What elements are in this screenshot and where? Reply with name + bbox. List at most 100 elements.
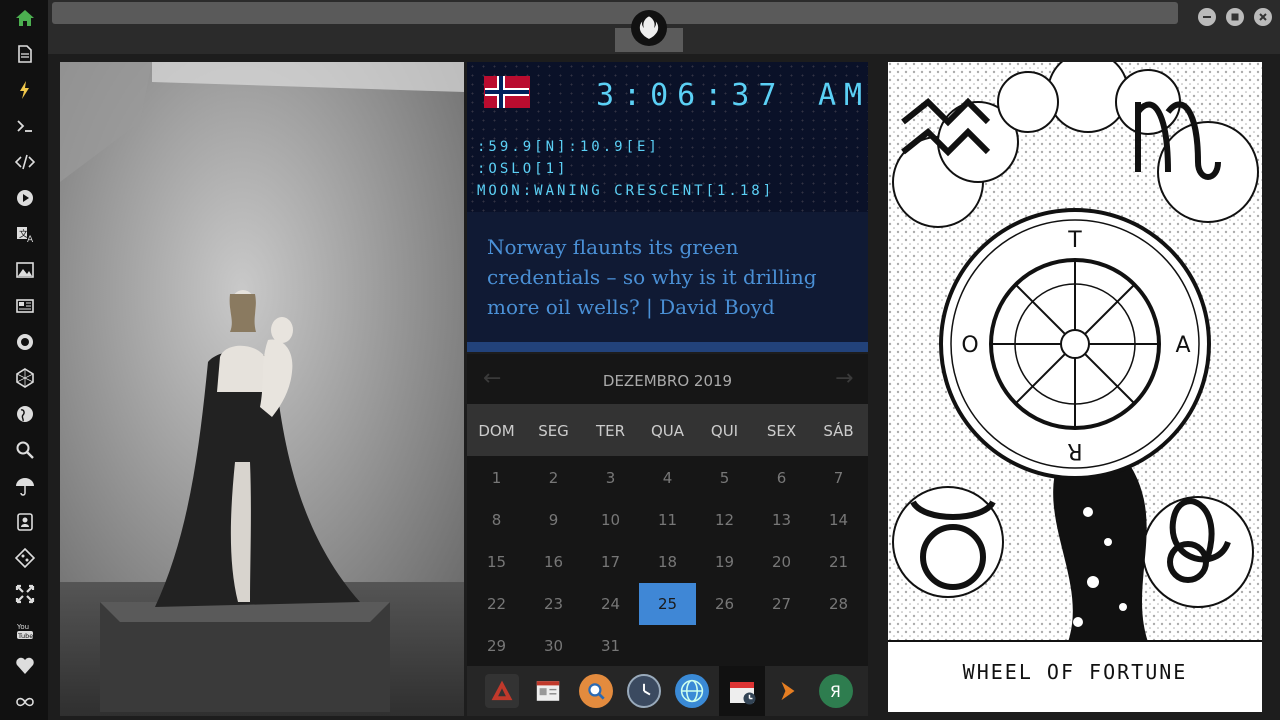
weekday-label: SEX bbox=[766, 422, 797, 440]
weekday-label: DOM bbox=[478, 422, 515, 440]
wallpaper-photo bbox=[60, 62, 464, 716]
home-icon[interactable] bbox=[12, 5, 38, 31]
calendar-day[interactable]: 21 bbox=[810, 541, 867, 583]
calendar-day[interactable]: 1 bbox=[468, 457, 525, 499]
calendar-day[interactable]: 20 bbox=[753, 541, 810, 583]
svg-text:You: You bbox=[16, 623, 29, 631]
translate-icon[interactable]: 文A bbox=[12, 221, 38, 247]
maximize-button[interactable] bbox=[1226, 8, 1244, 26]
tarot-card: T A R O WHEEL OF FORTUNE bbox=[888, 62, 1262, 712]
minimize-button[interactable] bbox=[1198, 8, 1216, 26]
search-icon[interactable] bbox=[579, 674, 613, 708]
heart-icon[interactable] bbox=[12, 653, 38, 679]
calendar-day[interactable]: 28 bbox=[810, 583, 867, 625]
calendar-day[interactable]: 13 bbox=[753, 499, 810, 541]
calendar-day[interactable]: 8 bbox=[468, 499, 525, 541]
calendar-day[interactable]: 16 bbox=[525, 541, 582, 583]
arch-icon[interactable] bbox=[485, 674, 519, 708]
git-icon[interactable] bbox=[12, 545, 38, 571]
weekday-label: SÁB bbox=[823, 422, 854, 440]
news-headline[interactable]: Norway flaunts its green credentials – s… bbox=[487, 232, 857, 322]
calendar-weekdays: DOM SEG TER QUA QUI SEX SÁB bbox=[467, 404, 868, 456]
calendar-day[interactable]: 17 bbox=[582, 541, 639, 583]
calendar-day[interactable]: 29 bbox=[468, 625, 525, 667]
rebel-icon[interactable] bbox=[12, 329, 38, 355]
svg-text:R: R bbox=[1067, 438, 1082, 463]
yandex-icon[interactable]: Я bbox=[819, 674, 853, 708]
play-icon[interactable] bbox=[12, 185, 38, 211]
arrow-icon[interactable] bbox=[771, 674, 805, 708]
youtube-icon[interactable]: You Tube bbox=[12, 617, 38, 643]
calendar-day[interactable]: 11 bbox=[639, 499, 696, 541]
calendar-month: DEZEMBRO 2019 bbox=[602, 372, 733, 390]
expand-icon[interactable] bbox=[12, 581, 38, 607]
svg-text:Я: Я bbox=[830, 683, 841, 701]
clock-coordinates: :59.9[N]:10.9[E] bbox=[477, 139, 660, 155]
tarot-divider bbox=[888, 640, 1262, 642]
calendar-day-today[interactable]: 25 bbox=[639, 583, 696, 625]
clock-moon-phase: MOON:WANING CRESCENT[1.18] bbox=[477, 183, 775, 199]
news-icon[interactable] bbox=[12, 293, 38, 319]
search-icon[interactable] bbox=[12, 437, 38, 463]
calendar-doc-icon[interactable] bbox=[531, 674, 565, 708]
calendar-day[interactable]: 4 bbox=[639, 457, 696, 499]
lightning-icon[interactable] bbox=[12, 77, 38, 103]
clock-icon[interactable] bbox=[627, 674, 661, 708]
hexagon-icon[interactable] bbox=[12, 365, 38, 391]
calendar-day[interactable]: 5 bbox=[696, 457, 753, 499]
calendar-day[interactable]: 24 bbox=[582, 583, 639, 625]
terminal-icon[interactable] bbox=[12, 113, 38, 139]
tarot-title: WHEEL OF FORTUNE bbox=[962, 660, 1188, 684]
calendar-widget: ← DEZEMBRO 2019 → DOM SEG TER QUA QUI SE… bbox=[467, 354, 868, 666]
contact-icon[interactable] bbox=[12, 509, 38, 535]
app-dock: Я bbox=[467, 666, 868, 716]
norway-flag-icon bbox=[484, 76, 530, 108]
globe-icon[interactable] bbox=[12, 401, 38, 427]
calendar-day[interactable]: 12 bbox=[696, 499, 753, 541]
calendar-day[interactable]: 31 bbox=[582, 625, 639, 667]
close-button[interactable] bbox=[1254, 8, 1272, 26]
weekday-label: QUI bbox=[710, 422, 739, 440]
news-divider bbox=[467, 342, 868, 352]
calendar-day[interactable]: 3 bbox=[582, 457, 639, 499]
news-widget: Norway flaunts its green credentials – s… bbox=[467, 212, 868, 342]
infinity-icon[interactable] bbox=[12, 689, 38, 715]
sidebar: 文A You Tube bbox=[0, 0, 48, 720]
image-icon[interactable] bbox=[12, 257, 38, 283]
calendar-header: ← DEZEMBRO 2019 → bbox=[467, 354, 868, 404]
clock-city: :OSLO[1] bbox=[477, 161, 569, 177]
calendar-day[interactable]: 19 bbox=[696, 541, 753, 583]
calendar-day[interactable]: 6 bbox=[753, 457, 810, 499]
calendar-day[interactable]: 26 bbox=[696, 583, 753, 625]
svg-text:A: A bbox=[1175, 333, 1190, 358]
calendar-day[interactable]: 30 bbox=[525, 625, 582, 667]
calendar-day[interactable]: 9 bbox=[525, 499, 582, 541]
rebel-logo-icon bbox=[631, 10, 667, 46]
calendar-day[interactable]: 18 bbox=[639, 541, 696, 583]
weekday-label: QUA bbox=[650, 422, 685, 440]
next-month-icon[interactable]: → bbox=[835, 366, 853, 391]
calendar-day[interactable]: 14 bbox=[810, 499, 867, 541]
svg-text:Tube: Tube bbox=[17, 632, 33, 640]
address-bar[interactable] bbox=[52, 2, 1178, 24]
calendar-icon[interactable] bbox=[719, 666, 765, 716]
calendar-day[interactable]: 7 bbox=[810, 457, 867, 499]
clock-time: 3:06:37 bbox=[596, 78, 786, 113]
calendar-day[interactable]: 23 bbox=[525, 583, 582, 625]
calendar-day[interactable]: 27 bbox=[753, 583, 810, 625]
clock-ampm: AM bbox=[818, 78, 871, 113]
code-icon[interactable] bbox=[12, 149, 38, 175]
umbrella-icon[interactable] bbox=[12, 473, 38, 499]
svg-text:T: T bbox=[1067, 228, 1082, 253]
document-icon[interactable] bbox=[12, 41, 38, 67]
globe-icon[interactable] bbox=[675, 674, 709, 708]
calendar-day[interactable]: 10 bbox=[582, 499, 639, 541]
svg-text:O: O bbox=[961, 333, 978, 358]
svg-text:A: A bbox=[27, 235, 34, 244]
weekday-label: SEG bbox=[538, 422, 569, 440]
weekday-label: TER bbox=[595, 422, 626, 440]
calendar-day[interactable]: 2 bbox=[525, 457, 582, 499]
calendar-day[interactable]: 22 bbox=[468, 583, 525, 625]
calendar-day[interactable]: 15 bbox=[468, 541, 525, 583]
top-bar bbox=[48, 0, 1280, 54]
